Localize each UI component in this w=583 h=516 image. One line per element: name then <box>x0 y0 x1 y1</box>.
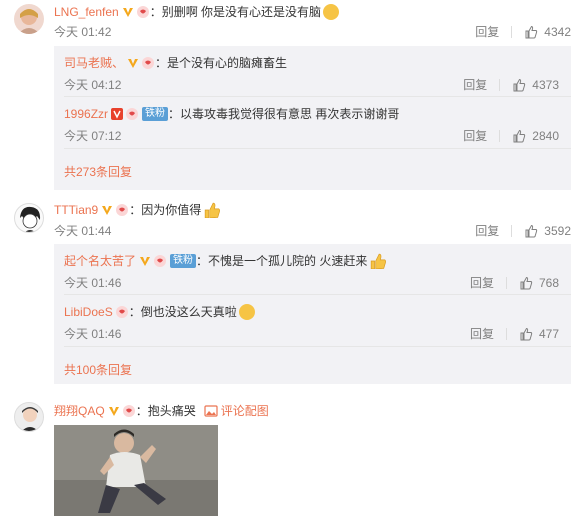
comment-time: 今天 01:42 <box>54 25 112 39</box>
crying-boy-photo-icon <box>54 425 218 516</box>
comment-text: ：因为你值得 <box>129 203 202 217</box>
reply-actions: 回复 4373 <box>463 76 559 93</box>
fan-badge-icon <box>116 203 129 216</box>
iron-fan-badge: 铁粉 <box>142 106 169 121</box>
reply-time: 今天 01:46 <box>64 276 122 290</box>
reply-actions: 回复 2840 <box>463 127 559 144</box>
reply-actions: 回复 768 <box>470 274 559 291</box>
reply-text: ：倒也没这么天真啦 <box>128 305 237 319</box>
like-icon[interactable] <box>519 276 533 290</box>
more-replies-link[interactable]: 共100条回复 <box>64 361 132 378</box>
comment-image[interactable] <box>54 425 218 516</box>
comment-line: 翔翔QAQ ：抱头痛哭 评论配图 <box>54 402 269 419</box>
verified-v-icon <box>128 58 139 68</box>
iron-fan-badge: 铁粉 <box>170 253 197 268</box>
verified-v-icon <box>140 256 151 266</box>
reply-button[interactable]: 回复 <box>470 274 494 291</box>
reply-button[interactable]: 回复 <box>463 76 487 93</box>
fan-badge-icon <box>126 107 139 120</box>
divider <box>64 346 571 347</box>
reply-text: ：不愧是一个孤儿院的 火速赶来 <box>196 254 368 268</box>
reply-username[interactable]: 司马老贼、 <box>64 54 124 71</box>
avatar-image-icon <box>18 9 40 34</box>
reply-text: ：以毒攻毒我觉得很有意思 再次表示谢谢哥 <box>168 107 400 121</box>
verified-v-icon <box>122 7 133 17</box>
divider <box>505 276 507 289</box>
reply-actions: 回复 477 <box>470 325 559 342</box>
divider <box>511 25 513 38</box>
like-count: 4373 <box>532 77 559 92</box>
reply-username[interactable]: 1996Zzr <box>64 107 108 121</box>
reply-button[interactable]: 回复 <box>463 127 487 144</box>
reply-list: 起个名太苦了 铁粉 ：不愧是一个孤儿院的 火速赶来 今天 01:46 回复 76… <box>54 244 571 384</box>
reply-item: 起个名太苦了 铁粉 ：不愧是一个孤儿院的 火速赶来 今天 01:46 回复 76… <box>54 244 571 295</box>
reply-line: 起个名太苦了 铁粉 ：不愧是一个孤儿院的 火速赶来 <box>64 252 387 269</box>
comment-text: ：别删啊 你是没有心还是没有脑 <box>149 5 322 19</box>
fan-badge-icon <box>122 404 135 417</box>
verified-v-icon <box>102 205 113 215</box>
fan-badge-icon <box>142 56 155 69</box>
reply-line: 1996Zzr 铁粉 ：以毒攻毒我觉得很有意思 再次表示谢谢哥 <box>64 105 399 122</box>
thumbs-up-emoji-icon <box>205 202 221 218</box>
avatar[interactable] <box>14 203 44 233</box>
thumbs-up-emoji-icon <box>371 253 387 269</box>
like-count: 2840 <box>532 128 559 143</box>
reply-item: 司马老贼、 ：是个没有心的脑瘫畜生 今天 04:12 回复 4373 <box>54 46 571 97</box>
avatar[interactable] <box>14 4 44 34</box>
comment-picture-link[interactable]: 评论配图 <box>221 402 269 419</box>
verified-v-icon <box>111 107 124 120</box>
like-count: 768 <box>538 275 559 290</box>
picture-icon <box>204 404 218 417</box>
comment-text: ：抱头痛哭 <box>135 404 196 418</box>
reply-line: 司马老贼、 ：是个没有心的脑瘫畜生 <box>64 54 287 71</box>
comment-time: 今天 01:44 <box>54 224 112 238</box>
verified-v-icon <box>108 406 119 416</box>
avatar-image-icon <box>21 407 39 431</box>
reply-button[interactable]: 回复 <box>470 325 494 342</box>
reply-button[interactable]: 回复 <box>475 23 499 40</box>
comment-username[interactable]: TTTian9 <box>54 203 98 217</box>
reply-time: 今天 04:12 <box>64 78 122 92</box>
shy-emoji-icon <box>238 303 255 320</box>
reply-username[interactable]: LibiDoeS <box>64 305 113 319</box>
comment-username[interactable]: 翔翔QAQ <box>54 402 105 419</box>
confused-emoji-icon <box>323 3 340 20</box>
divider <box>64 148 571 149</box>
comment-line: TTTian9 ：因为你值得 <box>54 201 221 218</box>
divider <box>511 224 513 237</box>
comment-actions: 回复 3592 <box>475 222 571 239</box>
like-icon[interactable] <box>519 327 533 341</box>
reply-list: 司马老贼、 ：是个没有心的脑瘫畜生 今天 04:12 回复 4373 1996Z… <box>54 46 571 190</box>
avatar-image-icon <box>20 206 41 232</box>
divider <box>499 78 501 91</box>
comment-item: LNG_fenfen ：别删啊 你是没有心还是没有脑 今天 01:42 回复 4… <box>0 0 583 190</box>
reply-text: ：是个没有心的脑瘫畜生 <box>155 56 288 70</box>
reply-item: 1996Zzr 铁粉 ：以毒攻毒我觉得很有意思 再次表示谢谢哥 今天 07:12… <box>54 97 571 149</box>
reply-button[interactable]: 回复 <box>475 222 499 239</box>
comment-username[interactable]: LNG_fenfen <box>54 5 119 19</box>
divider <box>505 327 507 340</box>
more-replies-link[interactable]: 共273条回复 <box>64 163 132 180</box>
reply-item: LibiDoeS ：倒也没这么天真啦 今天 01:46 回复 477 <box>54 295 571 347</box>
avatar[interactable] <box>14 402 44 432</box>
like-count: 3592 <box>544 223 571 238</box>
comment-item: TTTian9 ：因为你值得 今天 01:44 回复 3592 起个名太苦了 铁… <box>0 198 583 388</box>
like-count: 4342 <box>544 24 571 39</box>
fan-badge-icon <box>154 254 167 267</box>
divider <box>499 129 501 142</box>
comment-actions: 回复 4342 <box>475 23 571 40</box>
fan-badge-icon <box>115 305 128 318</box>
like-icon[interactable] <box>524 224 538 238</box>
fan-badge-icon <box>136 5 149 18</box>
reply-username[interactable]: 起个名太苦了 <box>64 252 136 269</box>
like-icon[interactable] <box>512 78 526 92</box>
like-icon[interactable] <box>524 25 538 39</box>
like-icon[interactable] <box>512 129 526 143</box>
reply-time: 今天 07:12 <box>64 129 122 143</box>
comment-line: LNG_fenfen ：别删啊 你是没有心还是没有脑 <box>54 3 340 20</box>
like-count: 477 <box>538 326 559 341</box>
reply-time: 今天 01:46 <box>64 327 122 341</box>
reply-line: LibiDoeS ：倒也没这么天真啦 <box>64 303 255 320</box>
